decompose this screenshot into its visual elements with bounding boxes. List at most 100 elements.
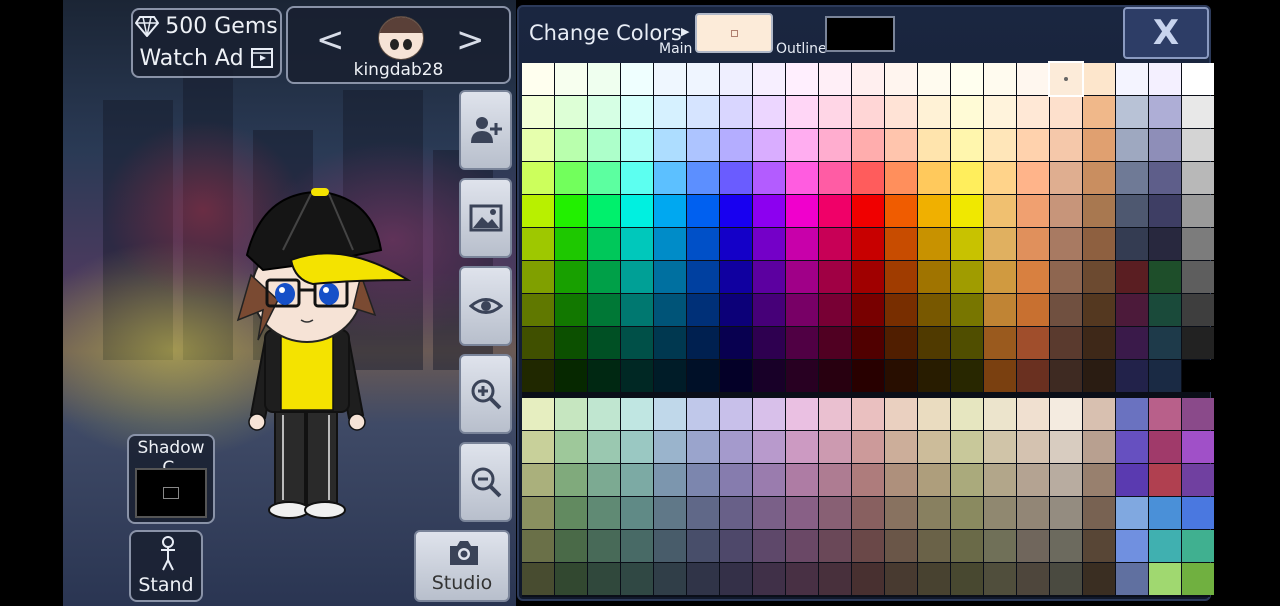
color-swatch[interactable] xyxy=(819,63,851,95)
color-swatch[interactable] xyxy=(819,398,851,430)
color-swatch[interactable] xyxy=(1149,431,1181,463)
color-swatch[interactable] xyxy=(984,63,1016,95)
color-swatch[interactable] xyxy=(621,129,653,161)
color-swatch[interactable] xyxy=(753,563,785,595)
color-swatch[interactable] xyxy=(1083,162,1115,194)
color-swatch[interactable] xyxy=(885,195,917,227)
color-swatch[interactable] xyxy=(720,464,752,496)
color-swatch[interactable] xyxy=(918,162,950,194)
color-swatch[interactable] xyxy=(885,530,917,562)
color-swatch[interactable] xyxy=(687,162,719,194)
color-swatch[interactable] xyxy=(1017,360,1049,392)
color-swatch[interactable] xyxy=(984,195,1016,227)
color-swatch[interactable] xyxy=(720,162,752,194)
color-swatch[interactable] xyxy=(654,530,686,562)
color-swatch[interactable] xyxy=(621,294,653,326)
color-swatch[interactable] xyxy=(555,129,587,161)
color-swatch[interactable] xyxy=(1149,63,1181,95)
color-swatch[interactable] xyxy=(1182,129,1214,161)
color-swatch[interactable] xyxy=(1083,294,1115,326)
color-swatch[interactable] xyxy=(885,129,917,161)
color-swatch[interactable] xyxy=(555,327,587,359)
color-swatch[interactable] xyxy=(555,431,587,463)
color-swatch[interactable] xyxy=(654,261,686,293)
color-swatch[interactable] xyxy=(1182,63,1214,95)
color-swatch[interactable] xyxy=(1182,398,1214,430)
prev-character-button[interactable]: < xyxy=(316,20,345,60)
color-swatch[interactable] xyxy=(1050,431,1082,463)
color-swatch[interactable] xyxy=(885,360,917,392)
color-swatch[interactable] xyxy=(654,497,686,529)
color-swatch[interactable] xyxy=(687,464,719,496)
color-swatch[interactable] xyxy=(753,294,785,326)
color-swatch[interactable] xyxy=(588,162,620,194)
color-swatch[interactable] xyxy=(786,464,818,496)
color-swatch[interactable] xyxy=(984,96,1016,128)
main-color-swatch[interactable] xyxy=(695,13,773,53)
color-swatch[interactable] xyxy=(951,360,983,392)
color-swatch[interactable] xyxy=(555,63,587,95)
color-swatch[interactable] xyxy=(852,563,884,595)
outline-color-swatch[interactable] xyxy=(825,16,895,52)
color-swatch[interactable] xyxy=(1017,398,1049,430)
color-swatch[interactable] xyxy=(522,360,554,392)
color-swatch[interactable] xyxy=(786,431,818,463)
color-swatch[interactable] xyxy=(621,96,653,128)
color-swatch[interactable] xyxy=(819,563,851,595)
color-swatch[interactable] xyxy=(687,563,719,595)
color-swatch[interactable] xyxy=(1083,464,1115,496)
color-swatch[interactable] xyxy=(687,497,719,529)
color-swatch[interactable] xyxy=(885,497,917,529)
color-swatch[interactable] xyxy=(1048,61,1084,97)
color-swatch[interactable] xyxy=(918,530,950,562)
color-swatch[interactable] xyxy=(720,431,752,463)
color-swatch[interactable] xyxy=(654,195,686,227)
color-swatch[interactable] xyxy=(1149,96,1181,128)
color-swatch[interactable] xyxy=(1182,327,1214,359)
color-swatch[interactable] xyxy=(555,195,587,227)
watch-ad-button[interactable]: Watch Ad xyxy=(133,42,280,74)
color-swatch[interactable] xyxy=(885,294,917,326)
color-swatch[interactable] xyxy=(1083,327,1115,359)
color-swatch[interactable] xyxy=(918,294,950,326)
color-swatch[interactable] xyxy=(720,563,752,595)
color-swatch[interactable] xyxy=(786,327,818,359)
color-swatch[interactable] xyxy=(1083,398,1115,430)
color-swatch[interactable] xyxy=(522,327,554,359)
color-swatch[interactable] xyxy=(852,530,884,562)
color-swatch[interactable] xyxy=(753,327,785,359)
color-swatch[interactable] xyxy=(951,327,983,359)
color-swatch[interactable] xyxy=(918,228,950,260)
color-swatch[interactable] xyxy=(1050,360,1082,392)
color-swatch[interactable] xyxy=(819,530,851,562)
color-swatch[interactable] xyxy=(852,195,884,227)
color-swatch[interactable] xyxy=(720,294,752,326)
color-swatch[interactable] xyxy=(885,563,917,595)
color-swatch[interactable] xyxy=(819,261,851,293)
color-swatch[interactable] xyxy=(819,497,851,529)
color-swatch[interactable] xyxy=(1050,497,1082,529)
color-swatch[interactable] xyxy=(1182,96,1214,128)
color-swatch[interactable] xyxy=(984,228,1016,260)
color-swatch[interactable] xyxy=(522,294,554,326)
color-swatch[interactable] xyxy=(588,431,620,463)
color-swatch[interactable] xyxy=(819,228,851,260)
color-swatch[interactable] xyxy=(1182,195,1214,227)
color-swatch[interactable] xyxy=(522,530,554,562)
color-swatch[interactable] xyxy=(1182,162,1214,194)
color-swatch[interactable] xyxy=(852,431,884,463)
color-swatch[interactable] xyxy=(588,96,620,128)
color-swatch[interactable] xyxy=(786,261,818,293)
color-swatch[interactable] xyxy=(1083,129,1115,161)
color-swatch[interactable] xyxy=(1083,261,1115,293)
color-swatch[interactable] xyxy=(1149,294,1181,326)
color-swatch[interactable] xyxy=(819,327,851,359)
color-swatch[interactable] xyxy=(753,162,785,194)
color-swatch[interactable] xyxy=(1116,228,1148,260)
color-swatch[interactable] xyxy=(522,431,554,463)
color-swatch[interactable] xyxy=(1116,195,1148,227)
color-swatch[interactable] xyxy=(885,327,917,359)
color-swatch[interactable] xyxy=(753,398,785,430)
color-swatch[interactable] xyxy=(687,431,719,463)
color-swatch[interactable] xyxy=(852,294,884,326)
